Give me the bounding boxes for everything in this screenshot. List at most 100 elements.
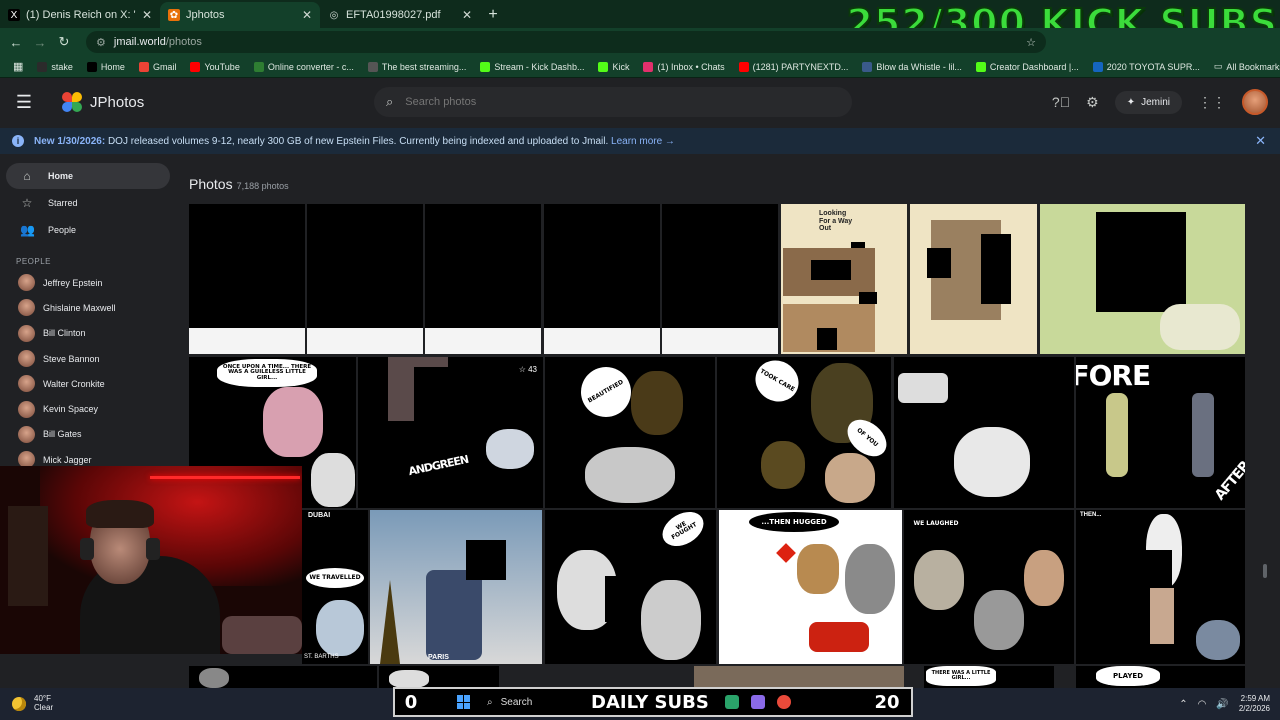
all-bookmarks-button[interactable]: ▭ All Bookmarks	[1207, 61, 1280, 72]
photo-tile[interactable]	[662, 204, 778, 354]
app-icon[interactable]	[725, 695, 739, 709]
weather-widget[interactable]: 40°F Clear	[0, 694, 53, 713]
windows-start-icon[interactable]	[457, 695, 471, 709]
sidebar-person-item[interactable]: Walter Cronkite	[0, 371, 176, 396]
apps-grid-icon[interactable]: ⋮⋮	[1198, 94, 1226, 111]
photo-tile[interactable]: WE FOUGHT	[545, 510, 716, 664]
bookmark-item[interactable]: Creator Dashboard |...	[969, 61, 1086, 72]
daily-subs-label: DAILY SUBS	[591, 691, 709, 713]
settings-gear-icon[interactable]: ⚙	[1086, 94, 1099, 111]
photo-tile[interactable]	[189, 666, 377, 688]
page-scrollbar[interactable]	[1263, 564, 1267, 578]
bookmark-star-icon[interactable]: ☆	[1026, 36, 1036, 49]
taskbar-search[interactable]: ⌕ Search	[487, 697, 532, 708]
new-tab-button[interactable]: +	[480, 2, 506, 28]
close-banner-icon[interactable]: ✕	[1255, 133, 1266, 149]
tab-jphotos[interactable]: ✿ Jphotos ✕	[160, 2, 320, 28]
daily-subs-current: 0	[404, 691, 418, 713]
sidebar-item-starred[interactable]: ☆ Starred	[6, 190, 170, 216]
photo-tile[interactable]: PLAYED	[1076, 666, 1245, 688]
sidebar-person-item[interactable]: Steve Bannon	[0, 346, 176, 371]
clock[interactable]: 2:59 AM 2/2/2026	[1239, 694, 1270, 714]
bookmark-item[interactable]: Stream - Kick Dashb...	[473, 61, 591, 72]
bookmark-item[interactable]: The best streaming...	[361, 61, 474, 72]
photo-tile[interactable]: WE LAUGHED	[904, 510, 1074, 664]
bookmark-item[interactable]: Blow da Whistle - lil...	[855, 61, 969, 72]
sidebar-item-home[interactable]: ⌂ Home	[6, 163, 170, 189]
bookmark-label: stake	[51, 61, 73, 72]
photo-tile[interactable]: Looking For a Way Out	[781, 204, 1037, 354]
photo-tile[interactable]: THEN...	[1076, 510, 1245, 664]
reload-icon[interactable]: ↻	[52, 34, 76, 50]
bookmark-item[interactable]: Home	[80, 61, 132, 72]
bookmark-item[interactable]: YouTube	[183, 61, 246, 72]
photo-tile[interactable]: PARIS	[370, 510, 542, 664]
tab-x-post[interactable]: X (1) Denis Reich on X: "@IntCyb ✕	[0, 2, 160, 28]
app-icon[interactable]	[751, 695, 765, 709]
sidebar-person-item[interactable]: Kevin Spacey	[0, 396, 176, 421]
apps-grid-icon[interactable]: ▦	[6, 60, 30, 73]
bookmark-favicon-icon	[1092, 61, 1103, 72]
bookmark-item[interactable]: 2020 TOYOTA SUPR...	[1086, 61, 1207, 72]
menu-icon[interactable]: ☰	[0, 92, 48, 113]
photo-tile[interactable]: BEFORE AFTER	[1076, 357, 1245, 508]
sidebar-person-item[interactable]: Bill Clinton	[0, 321, 176, 346]
photo-tile[interactable]	[894, 357, 1074, 508]
close-tab-icon[interactable]: ✕	[302, 8, 312, 22]
banner-text: New 1/30/2026: DOJ released volumes 9-12…	[34, 136, 675, 147]
sidebar-person-item[interactable]: Jeffrey Epstein	[0, 270, 176, 295]
photo-tile[interactable]: DUBAI WE TRAVELLED ST. BARTHS	[302, 510, 368, 664]
photo-tile[interactable]	[379, 666, 499, 688]
back-arrow-icon[interactable]: ←	[4, 35, 28, 50]
url-field[interactable]: ⚙ jmail.world/photos ☆	[86, 31, 1046, 53]
close-tab-icon[interactable]: ✕	[142, 8, 152, 22]
app-logo[interactable]: JPhotos	[62, 92, 144, 112]
chevron-up-icon[interactable]: ⌃	[1179, 699, 1187, 710]
photo-grid: Looking For a Way Out ONCE UPON A TIME..…	[189, 204, 1245, 688]
bookmark-label: Online converter - c...	[267, 61, 354, 72]
jphotos-icon: ✿	[168, 9, 180, 21]
photo-tile[interactable]	[425, 204, 541, 354]
account-avatar[interactable]	[1242, 89, 1268, 115]
wifi-icon[interactable]: ◠	[1198, 699, 1207, 710]
bookmark-item[interactable]: stake	[30, 61, 80, 72]
site-info-icon[interactable]: ⚙	[96, 36, 106, 49]
photo-tile[interactable]	[307, 204, 423, 354]
collage-word: AFTER	[1211, 458, 1245, 504]
photo-tile[interactable]: BEAUTIFIED	[545, 357, 715, 508]
bookmark-label: Creator Dashboard |...	[989, 61, 1079, 72]
speech-bubble: THERE WAS A LITTLE GIRL...	[926, 666, 996, 686]
daily-subs-goal: 20	[874, 691, 900, 713]
photo-tile[interactable]	[1040, 204, 1245, 354]
bookmark-item[interactable]: Gmail	[132, 61, 184, 72]
sidebar-person-item[interactable]: Bill Gates	[0, 422, 176, 447]
chrome-icon[interactable]	[777, 695, 791, 709]
volume-icon[interactable]: 🔊	[1216, 699, 1228, 710]
photo-tile[interactable]: THERE WAS A LITTLE GIRL...	[924, 666, 1054, 688]
photo-tile[interactable]: ...THEN HUGGED	[719, 510, 902, 664]
photo-tile[interactable]	[544, 204, 660, 354]
bookmark-item[interactable]: (1281) PARTYNEXTD...	[732, 61, 856, 72]
help-icon[interactable]: ?⃝	[1052, 94, 1070, 110]
photo-tile[interactable]: TOOK CARE OF YOU	[717, 357, 891, 508]
photo-tile[interactable]: ☆ 43 ANDGREEN	[358, 357, 543, 508]
bookmark-item[interactable]: Online converter - c...	[247, 61, 361, 72]
learn-more-link[interactable]: Learn more →	[611, 136, 675, 147]
avatar	[18, 324, 35, 342]
photo-tile[interactable]	[189, 204, 305, 354]
tab-pdf[interactable]: ◎ EFTA01998027.pdf ✕	[320, 2, 480, 28]
photo-tile[interactable]	[694, 666, 904, 688]
forward-arrow-icon[interactable]: →	[28, 35, 52, 50]
bookmark-item[interactable]: (1) Inbox • Chats	[636, 61, 731, 72]
search-bar[interactable]: ⌕	[374, 87, 852, 117]
sidebar-person-item[interactable]: Ghislaine Maxwell	[0, 295, 176, 320]
bookmarks-bar: ▦ stake Home Gmail YouTube Online converter …	[0, 56, 1280, 78]
gemini-button[interactable]: ✦ Jemini	[1114, 90, 1182, 114]
bookmark-item[interactable]: Kick	[591, 61, 636, 72]
system-tray: ⌃ ◠ 🔊 2:59 AM 2/2/2026	[1179, 688, 1270, 720]
search-input[interactable]	[405, 96, 826, 108]
all-bookmarks-label: All Bookmarks	[1226, 61, 1280, 72]
sidebar-item-people[interactable]: 👥 People	[6, 217, 170, 243]
close-tab-icon[interactable]: ✕	[462, 8, 472, 22]
sparkle-icon: ✦	[1126, 96, 1136, 108]
